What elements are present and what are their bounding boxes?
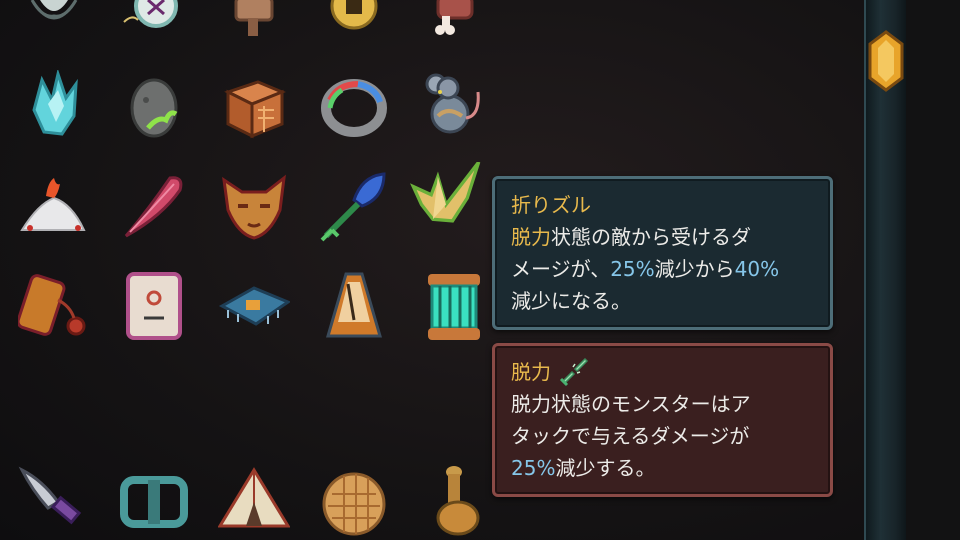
power-tooltip-header: 脱力	[511, 357, 814, 387]
tent-icon[interactable]	[218, 466, 290, 538]
right-edge-panel	[906, 0, 960, 540]
teal-buckle-icon[interactable]	[118, 466, 190, 538]
blue-leaf-arrow-icon[interactable]	[318, 170, 390, 242]
curved-dagger-icon[interactable]	[18, 466, 90, 538]
salt-pile-icon[interactable]	[18, 170, 90, 242]
power-tooltip: 脱力 脱力状態のモンスターはア タックで与えるダメージが 25%減少する。	[492, 343, 833, 497]
pocket-compass-icon[interactable]	[118, 0, 190, 42]
power-tooltip-description: 脱力状態のモンスターはア タックで与えるダメージが 25%減少する。	[511, 388, 814, 484]
ornate-tag-icon[interactable]	[18, 270, 90, 342]
keyword-weak: 脱力	[511, 225, 551, 249]
power-desc-text: 脱力状態のモンスターはア	[511, 392, 751, 416]
relic-collection-grid	[0, 0, 520, 540]
wooden-puzzle-box-icon[interactable]	[218, 70, 290, 142]
power-desc-text: 減少する。	[555, 456, 656, 480]
blue-crystal-icon[interactable]	[18, 70, 90, 142]
wax-seal-stamp-icon[interactable]	[418, 466, 490, 538]
fox-mask-icon[interactable]	[218, 170, 290, 242]
relic-desc-text: 減少から	[654, 257, 735, 281]
sprouting-egg-icon[interactable]	[118, 70, 190, 142]
scrollbar-handle[interactable]	[866, 30, 906, 92]
relic-tooltip-title: 折りズル	[511, 193, 591, 217]
power-desc-text: タックで与えるダメージが	[511, 424, 750, 448]
weak-broken-sword-icon	[559, 357, 589, 387]
wooden-mallet-icon[interactable]	[218, 0, 290, 42]
power-value: 25%	[511, 456, 556, 480]
silver-spinning-top-icon[interactable]	[18, 0, 90, 42]
relic-value-new: 40%	[734, 257, 780, 281]
gold-coin-icon[interactable]	[318, 0, 390, 42]
glowing-cage-icon[interactable]	[418, 270, 490, 342]
mahjong-tile-icon[interactable]	[118, 270, 190, 342]
circuit-board-icon[interactable]	[218, 270, 290, 342]
rainbow-ring-icon[interactable]	[318, 70, 390, 142]
relic-tooltip-description: 脱力状態の敵から受けるダ メージが、25%減少から40% 減少になる。	[511, 221, 814, 317]
pink-feather-icon[interactable]	[118, 170, 190, 242]
waffle-icon[interactable]	[318, 466, 390, 538]
meat-bone-icon[interactable]	[418, 0, 490, 42]
relic-value-old: 25%	[610, 257, 655, 281]
paper-crane-icon[interactable]	[410, 162, 482, 234]
relic-desc-text: 状態の敵から受けるダ	[551, 225, 751, 249]
metronome-icon[interactable]	[318, 270, 390, 342]
gray-mouse-icon[interactable]	[418, 70, 490, 142]
power-tooltip-title: 脱力	[511, 360, 551, 384]
relic-desc-text: 減少になる。	[511, 289, 631, 313]
relic-desc-text: メージが、	[511, 257, 611, 281]
relic-tooltip: 折りズル 脱力状態の敵から受けるダ メージが、25%減少から40% 減少になる。	[492, 176, 833, 330]
